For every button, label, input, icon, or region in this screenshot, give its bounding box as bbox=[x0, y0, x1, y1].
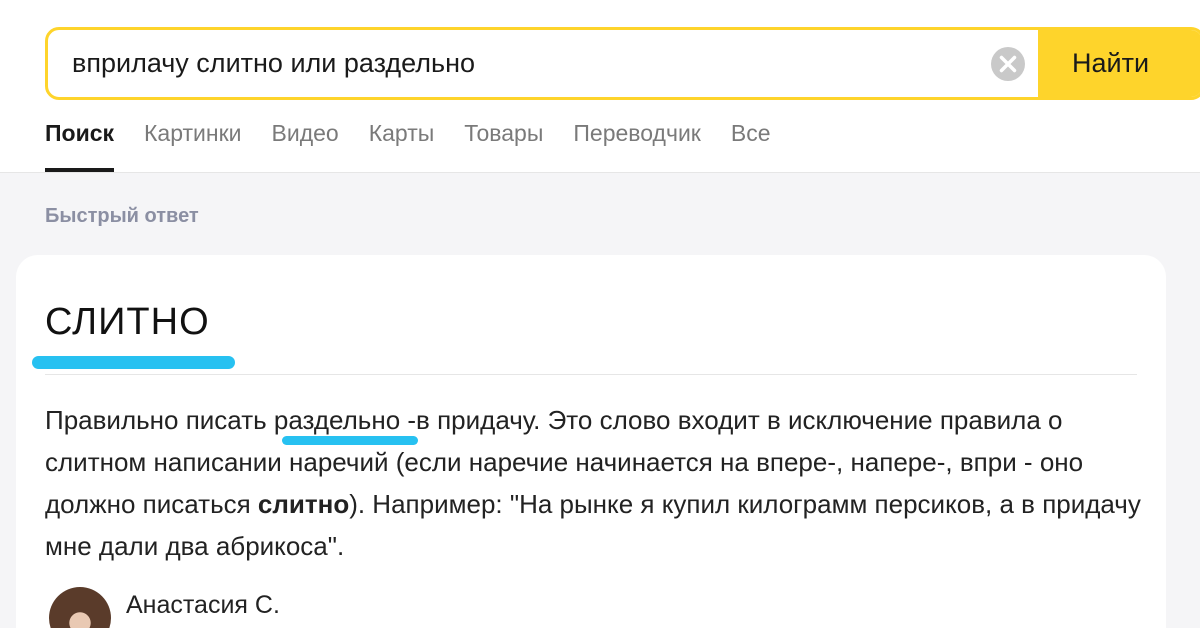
quick-answer-label: Быстрый ответ bbox=[45, 205, 199, 227]
results-area: Быстрый ответ СЛИТНО Правильно писать ра… bbox=[0, 173, 1200, 628]
tab-images[interactable]: Картинки bbox=[144, 114, 241, 172]
quick-answer-card: СЛИТНО Правильно писать раздельно - в пр… bbox=[16, 255, 1166, 628]
tab-video[interactable]: Видео bbox=[272, 114, 339, 172]
title-highlight-bar bbox=[32, 356, 235, 369]
search-bar: Найти bbox=[45, 27, 1200, 100]
answer-text-part: Правильно писать bbox=[45, 405, 274, 435]
clear-search-button[interactable] bbox=[978, 30, 1038, 97]
author-name[interactable]: Анастасия С. bbox=[126, 591, 280, 620]
tab-maps[interactable]: Карты bbox=[369, 114, 435, 172]
clear-icon bbox=[991, 46, 1025, 81]
word-highlight-bar bbox=[281, 436, 419, 445]
search-tabs: Поиск Картинки Видео Карты Товары Перево… bbox=[45, 114, 801, 172]
tab-all[interactable]: Все bbox=[731, 114, 771, 172]
answer-bold-word: слитно bbox=[257, 489, 350, 519]
card-divider bbox=[45, 374, 1137, 375]
answer-text: Правильно писать раздельно - в придачу. … bbox=[45, 399, 1145, 567]
author-avatar[interactable] bbox=[49, 587, 111, 628]
highlighted-word-text: раздельно - bbox=[273, 405, 417, 435]
answer-title: СЛИТНО bbox=[45, 301, 210, 343]
yandex-search-page: Найти Поиск Картинки Видео Карты Товары … bbox=[0, 0, 1200, 628]
search-input[interactable] bbox=[48, 30, 978, 97]
tab-translator[interactable]: Переводчик bbox=[573, 114, 700, 172]
highlighted-word: раздельно - bbox=[273, 399, 419, 445]
search-submit-button[interactable]: Найти bbox=[1038, 30, 1200, 97]
tab-search[interactable]: Поиск bbox=[45, 114, 115, 172]
tab-goods[interactable]: Товары bbox=[464, 114, 543, 172]
